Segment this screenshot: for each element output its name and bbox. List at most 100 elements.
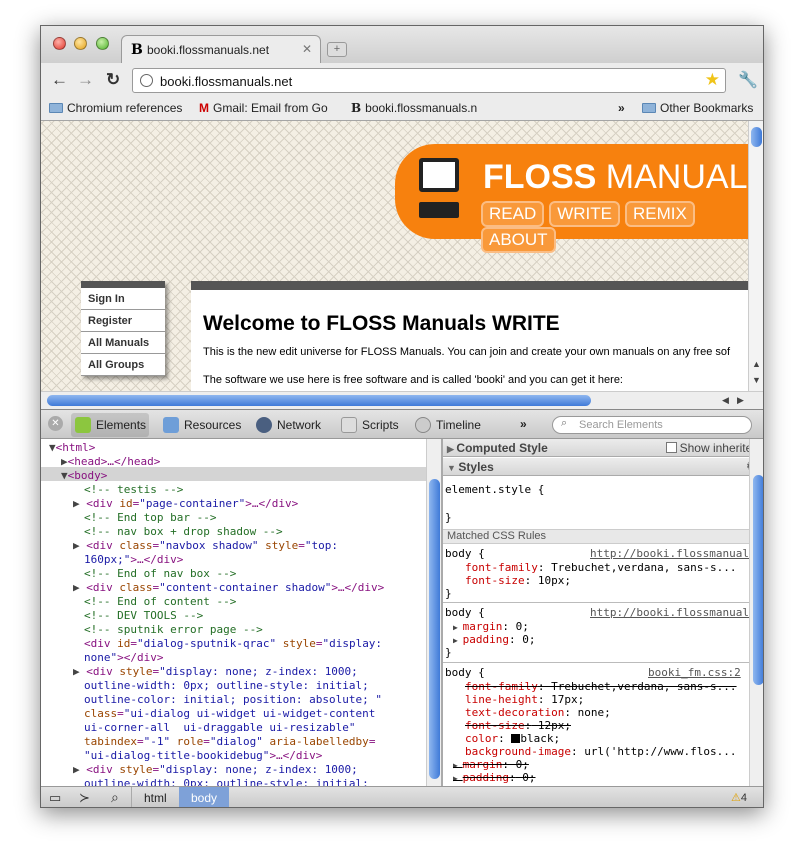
rule3-prop2[interactable]: line-height: 17px; [465, 693, 584, 706]
tab-resources[interactable]: Resources [163, 417, 241, 433]
rule3-prop6[interactable]: background-image: url('http://www.flos..… [465, 745, 737, 758]
menu-about[interactable]: ABOUT [481, 227, 556, 253]
tab-network[interactable]: Network [256, 417, 321, 433]
dom-scroll-thumb[interactable] [429, 479, 440, 779]
dom-comment[interactable]: <!-- End top bar --> [84, 511, 216, 524]
rule2-source-link[interactable]: http://booki.flossmanuals... [590, 606, 763, 619]
floss-manuals-logo[interactable]: FLOSS MANUALS READ WRITE REMIX ABOUT [395, 144, 763, 253]
bookmarks-overflow-icon[interactable]: » [618, 101, 625, 115]
dom-node-dialog-sputnik-cont[interactable]: none"></div> [84, 651, 163, 664]
dock-toggle-icon[interactable]: ▭ [49, 790, 61, 806]
nav-all-manuals[interactable]: All Manuals [81, 332, 165, 354]
reload-icon[interactable]: ↻ [106, 70, 120, 90]
dom-node-head[interactable]: ▶<head>…</head> [61, 455, 160, 468]
browser-tab[interactable]: B booki.flossmanuals.net ✕ [121, 35, 321, 64]
show-inherited-checkbox[interactable]: Show inherited [665, 441, 759, 455]
zoom-window-button[interactable] [95, 37, 109, 50]
close-devtools-icon[interactable]: ✕ [48, 416, 63, 431]
wrench-icon[interactable]: 🔧 [738, 70, 758, 90]
tab-timeline[interactable]: Timeline [415, 417, 481, 433]
nav-sign-in[interactable]: Sign In [81, 288, 165, 310]
breadcrumb-html[interactable]: html [131, 787, 179, 807]
scroll-down-arrow-icon[interactable]: ▼ [752, 375, 761, 385]
dom-tree[interactable]: ▼<html> ▶<head>…</head> ▼<body> <!-- tes… [41, 439, 441, 786]
rule1-prop2[interactable]: font-size: 10px; [465, 574, 571, 587]
styles-scrollbar[interactable] [749, 439, 763, 786]
breadcrumb-body[interactable]: body [179, 787, 230, 807]
rule2-selector[interactable]: body { [445, 606, 485, 619]
dom-node-body[interactable]: ▼<body> [61, 469, 107, 482]
element-style-close: } [445, 511, 452, 524]
dom-node-html[interactable]: ▼<html> [49, 441, 95, 454]
scroll-up-arrow-icon[interactable]: ▲ [752, 359, 761, 369]
page-horizontal-scrollbar[interactable]: ◀ ▶ [41, 391, 763, 409]
rule3-prop1-overridden[interactable]: font-family: Trebuchet,verdana, sans-s..… [465, 680, 737, 693]
bookmark-booki[interactable]: Bbooki.flossmanuals.n [351, 101, 501, 115]
rule3-prop8-overridden[interactable]: ▶ padding: 0; [453, 771, 536, 784]
dom-node-ui-dialog-2[interactable]: ▶ <div style="display: none; z-index: 10… [73, 763, 358, 776]
rule3-prop5[interactable]: color: black; [465, 732, 560, 745]
computed-style-header[interactable]: ▶ Computed Style Show inherited [443, 439, 763, 457]
close-tab-icon[interactable]: ✕ [302, 42, 312, 56]
rule3-source-link[interactable]: booki_fm.css:2 [648, 666, 741, 679]
tabs-overflow-icon[interactable]: » [520, 417, 527, 431]
page-vertical-scrollbar[interactable]: ▲ ▼ [748, 121, 763, 391]
dom-node-ui-dialog[interactable]: ▶ <div style="display: none; z-index: 10… [73, 665, 358, 678]
new-tab-button[interactable]: + [327, 42, 347, 57]
address-bar[interactable]: booki.flossmanuals.net ★ [132, 68, 726, 93]
dom-attr-tabindex: tabindex="-1" role="dialog" aria-labelle… [84, 735, 376, 748]
nav-register[interactable]: Register [81, 310, 165, 332]
dom-node-dialog-sputnik[interactable]: <div id="dialog-sputnik-qrac" style="dis… [84, 637, 382, 650]
back-arrow-icon[interactable]: ← [51, 70, 68, 90]
dom-comment[interactable]: <!-- End of content --> [84, 595, 236, 608]
warning-count[interactable]: ⚠4 [731, 791, 747, 804]
menu-remix[interactable]: REMIX [625, 201, 695, 227]
dom-node-page-container[interactable]: ▶ <div id="page-container">…</div> [73, 497, 298, 510]
search-elements-input[interactable]: ⌕ Search Elements [552, 416, 752, 434]
inspect-search-icon[interactable]: ⌕ [111, 789, 119, 806]
forward-arrow-icon[interactable]: → [77, 70, 94, 90]
rule2-prop1[interactable]: ▶ margin: 0; [453, 620, 529, 633]
scroll-right-arrow-icon[interactable]: ▶ [737, 395, 744, 406]
rule3-prop7-overridden[interactable]: ▶ margin: 0; [453, 758, 529, 771]
page-vertical-scroll-thumb[interactable] [751, 127, 762, 147]
rule1-source-link[interactable]: http://booki.flossmanuals... [590, 547, 763, 560]
dom-node-navbox-cont[interactable]: 160px;">…</div> [84, 553, 183, 566]
dom-comment[interactable]: <!-- sputnik error page --> [84, 623, 263, 636]
network-icon [256, 417, 272, 433]
tab-scripts[interactable]: Scripts [341, 417, 399, 433]
rule3-selector[interactable]: body { [445, 666, 485, 679]
dom-node-content-container[interactable]: ▶ <div class="content-container shadow">… [73, 581, 384, 594]
bookmark-star-icon[interactable]: ★ [705, 70, 720, 90]
navbox: Sign In Register All Manuals All Groups [81, 281, 165, 376]
bookmark-other-bookmarks[interactable]: Other Bookmarks [642, 101, 753, 115]
rule1-selector[interactable]: body { [445, 547, 485, 560]
rule3-prop4-overridden[interactable]: font-size: 12px; [465, 719, 571, 732]
page-heading: Welcome to FLOSS Manuals WRITE [203, 312, 560, 335]
dom-comment[interactable]: <!-- nav box + drop shadow --> [84, 525, 283, 538]
bookmark-gmail[interactable]: M Gmail: Email from Go [199, 101, 333, 115]
styles-scroll-thumb[interactable] [753, 475, 763, 685]
content-container: Welcome to FLOSS Manuals WRITE This is t… [191, 281, 763, 409]
tab-elements[interactable]: Elements [75, 417, 146, 433]
close-window-button[interactable] [53, 37, 66, 50]
nav-all-groups[interactable]: All Groups [81, 354, 165, 376]
dom-attr-class: class="ui-dialog ui-widget ui-widget-con… [84, 707, 376, 720]
menu-read[interactable]: READ [481, 201, 545, 227]
rule2-prop2[interactable]: ▶ padding: 0; [453, 633, 536, 646]
element-style-open[interactable]: element.style { [445, 483, 544, 496]
styles-header[interactable]: ▼ Styles ⚙ [443, 458, 763, 476]
minimize-window-button[interactable] [74, 37, 88, 50]
menu-write[interactable]: WRITE [549, 201, 621, 227]
bookmark-chromium-references[interactable]: Chromium references [49, 101, 182, 115]
page-horizontal-scroll-thumb[interactable] [47, 395, 591, 406]
dom-scrollbar[interactable] [426, 439, 441, 786]
console-icon[interactable]: ≻ [79, 790, 90, 806]
dom-node-navbox[interactable]: ▶ <div class="navbox shadow" style="top: [73, 539, 338, 552]
dom-comment[interactable]: <!-- testis --> [84, 483, 183, 496]
rule3-prop3[interactable]: text-decoration: none; [465, 706, 611, 719]
dom-comment[interactable]: <!-- DEV TOOLS --> [84, 609, 203, 622]
rule1-prop1[interactable]: font-family: Trebuchet,verdana, sans-s..… [465, 561, 737, 574]
dom-comment[interactable]: <!-- End of nav box --> [84, 567, 236, 580]
scroll-left-arrow-icon[interactable]: ◀ [722, 395, 729, 406]
